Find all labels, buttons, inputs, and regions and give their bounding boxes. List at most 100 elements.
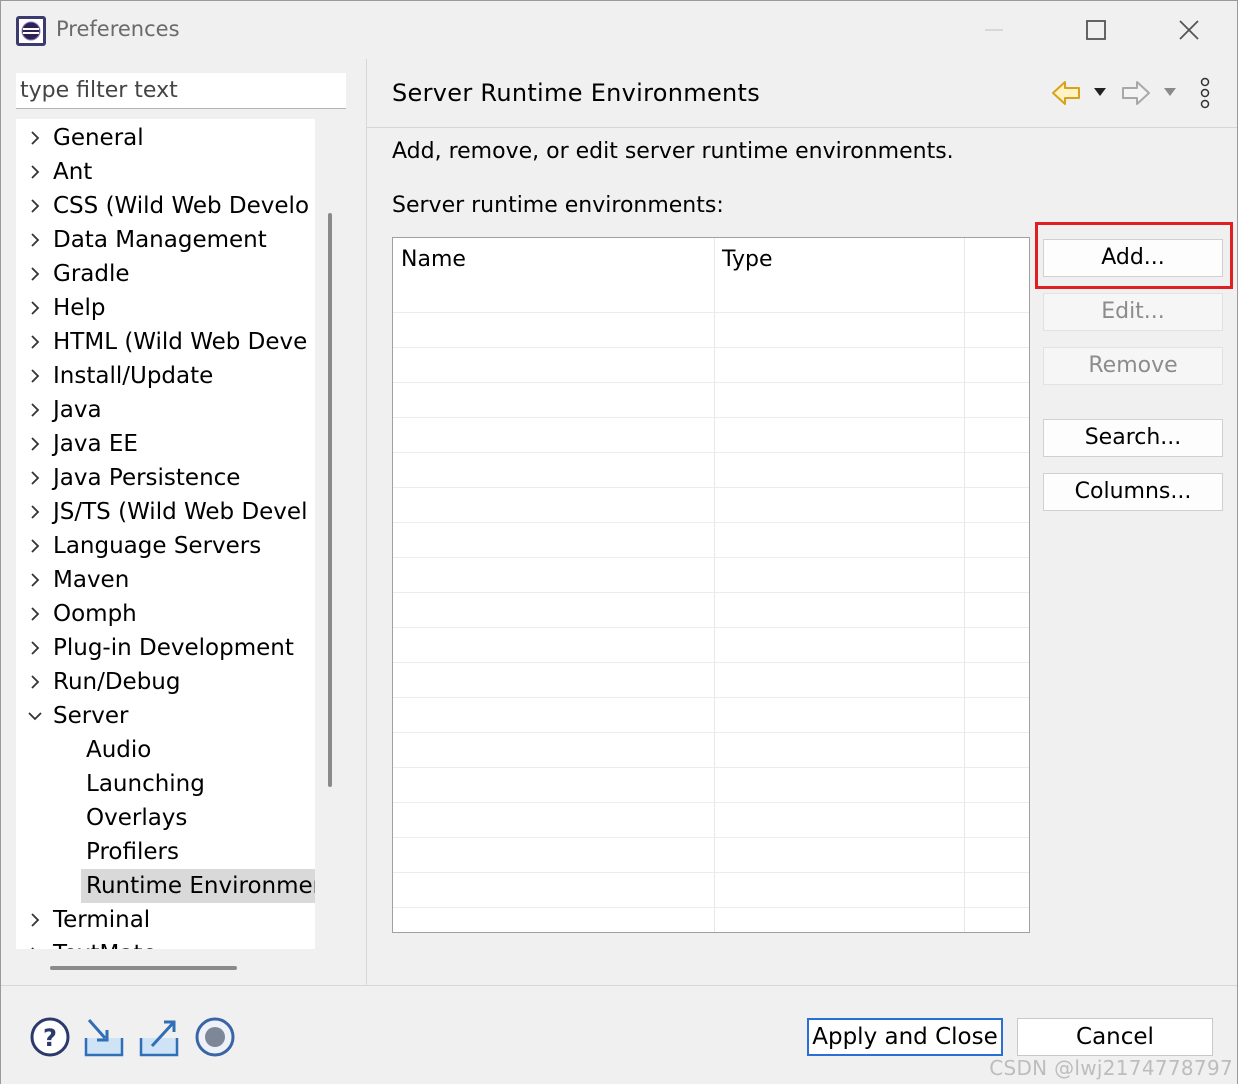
search-button[interactable]: Search... <box>1043 419 1223 457</box>
tree-item-js-ts-wild-web-devel[interactable]: JS/TS (Wild Web Devel <box>16 495 315 529</box>
forward-arrow-icon[interactable] <box>1120 79 1152 107</box>
table-row-line <box>393 837 1029 838</box>
cancel-button[interactable]: Cancel <box>1017 1018 1213 1056</box>
table-row-line <box>393 802 1029 803</box>
tree-item-server[interactable]: Server <box>16 699 315 733</box>
tree-item-audio[interactable]: Audio <box>16 733 315 767</box>
tree-item-label: JS/TS (Wild Web Devel <box>53 499 308 525</box>
page-title: Server Runtime Environments <box>392 79 761 107</box>
back-arrow-icon[interactable] <box>1050 79 1082 107</box>
edit-button[interactable]: Edit... <box>1043 293 1223 331</box>
tree-item-label: Ant <box>53 159 93 185</box>
apply-and-close-button[interactable]: Apply and Close <box>807 1018 1003 1056</box>
tree-item-label: Terminal <box>53 907 151 933</box>
tree-item-gradle[interactable]: Gradle <box>16 257 315 291</box>
chevron-right-icon[interactable] <box>28 572 42 588</box>
close-icon[interactable] <box>1166 11 1212 49</box>
chevron-right-icon[interactable] <box>28 198 42 214</box>
tree-item-install-update[interactable]: Install/Update <box>16 359 315 393</box>
forward-history-dropdown-icon[interactable] <box>1162 86 1178 98</box>
help-icon[interactable]: ? <box>29 1016 71 1058</box>
tree-item-java[interactable]: Java <box>16 393 315 427</box>
column-header-type[interactable]: Type <box>714 238 964 308</box>
chevron-right-icon[interactable] <box>28 504 42 520</box>
chevron-right-icon[interactable] <box>28 368 42 384</box>
table-row-line <box>393 417 1029 418</box>
chevron-right-icon[interactable] <box>28 334 42 350</box>
tree-item-html-wild-web-deve[interactable]: HTML (Wild Web Deve <box>16 325 315 359</box>
tree-item-label: Server <box>53 703 129 729</box>
minimize-icon[interactable] <box>971 11 1017 49</box>
tree-item-runtime-environmen[interactable]: Runtime Environmen <box>16 869 315 903</box>
chevron-down-icon[interactable] <box>28 708 42 724</box>
tree-item-label: Run/Debug <box>53 669 181 695</box>
back-history-dropdown-icon[interactable] <box>1092 86 1108 98</box>
table-row-line <box>393 452 1029 453</box>
tree-item-maven[interactable]: Maven <box>16 563 315 597</box>
runtime-environments-table[interactable]: Name Type <box>392 237 1030 933</box>
add-button[interactable]: Add... <box>1043 239 1223 277</box>
svg-text:?: ? <box>43 1024 57 1052</box>
chevron-right-icon[interactable] <box>28 300 42 316</box>
tree-item-terminal[interactable]: Terminal <box>16 903 315 937</box>
chevron-right-icon[interactable] <box>28 470 42 486</box>
table-row-line <box>393 487 1029 488</box>
tree-item-ant[interactable]: Ant <box>16 155 315 189</box>
tree-item-label: HTML (Wild Web Deve <box>53 329 308 355</box>
record-icon[interactable] <box>194 1016 236 1058</box>
column-header-name[interactable]: Name <box>393 238 714 308</box>
tree-vertical-scrollbar[interactable] <box>315 119 347 949</box>
chevron-right-icon[interactable] <box>28 130 42 146</box>
remove-button[interactable]: Remove <box>1043 347 1223 385</box>
right-pane: Server Runtime Environments Add, remove,… <box>367 59 1237 985</box>
tree-item-label: Language Servers <box>53 533 262 559</box>
tree-item-profilers[interactable]: Profilers <box>16 835 315 869</box>
tree-item-run-debug[interactable]: Run/Debug <box>16 665 315 699</box>
chevron-right-icon[interactable] <box>28 436 42 452</box>
tree-item-css-wild-web-develo[interactable]: CSS (Wild Web Develo <box>16 189 315 223</box>
tree-item-overlays[interactable]: Overlays <box>16 801 315 835</box>
import-icon[interactable] <box>83 1016 125 1058</box>
table-row-line <box>393 627 1029 628</box>
tree-item-textmate[interactable]: TextMate <box>16 937 315 949</box>
more-vertical-icon[interactable] <box>1198 76 1212 110</box>
chevron-right-icon[interactable] <box>28 606 42 622</box>
tree-item-launching[interactable]: Launching <box>16 767 315 801</box>
tree-vertical-scroll-thumb[interactable] <box>328 213 332 787</box>
chevron-right-icon[interactable] <box>28 640 42 656</box>
export-icon[interactable] <box>138 1016 180 1058</box>
tree-horizontal-scroll-thumb[interactable] <box>50 966 237 970</box>
tree-item-data-management[interactable]: Data Management <box>16 223 315 257</box>
eclipse-icon <box>16 16 46 46</box>
chevron-right-icon[interactable] <box>28 402 42 418</box>
filter-input[interactable] <box>16 73 346 109</box>
tree-item-oomph[interactable]: Oomph <box>16 597 315 631</box>
table-row-line <box>393 872 1029 873</box>
tree-item-label: General <box>53 125 144 151</box>
tree-item-java-ee[interactable]: Java EE <box>16 427 315 461</box>
tree-item-language-servers[interactable]: Language Servers <box>16 529 315 563</box>
chevron-right-icon[interactable] <box>28 164 42 180</box>
table-row-line <box>393 662 1029 663</box>
tree-item-general[interactable]: General <box>16 121 315 155</box>
tree-item-plug-in-development[interactable]: Plug-in Development <box>16 631 315 665</box>
tree-item-java-persistence[interactable]: Java Persistence <box>16 461 315 495</box>
chevron-right-icon[interactable] <box>28 538 42 554</box>
tree-item-label: Plug-in Development <box>53 635 294 661</box>
table-row-line <box>393 522 1029 523</box>
page-description: Add, remove, or edit server runtime envi… <box>392 139 954 164</box>
tree-item-label: Gradle <box>53 261 130 287</box>
table-row-line <box>393 557 1029 558</box>
columns-button[interactable]: Columns... <box>1043 473 1223 511</box>
tree-item-label: Audio <box>86 737 152 763</box>
chevron-right-icon[interactable] <box>28 674 42 690</box>
maximize-icon[interactable] <box>1073 11 1119 49</box>
chevron-right-icon[interactable] <box>28 912 42 928</box>
chevron-right-icon[interactable] <box>28 266 42 282</box>
chevron-right-icon[interactable] <box>28 232 42 248</box>
preference-tree: General Ant CSS (Wild Web Develo Data Manag… <box>16 119 315 949</box>
runtime-list-label: Server runtime environments: <box>392 193 724 218</box>
table-row-line <box>393 312 1029 313</box>
tree-item-help[interactable]: Help <box>16 291 315 325</box>
tree-horizontal-scrollbar[interactable] <box>16 949 347 985</box>
